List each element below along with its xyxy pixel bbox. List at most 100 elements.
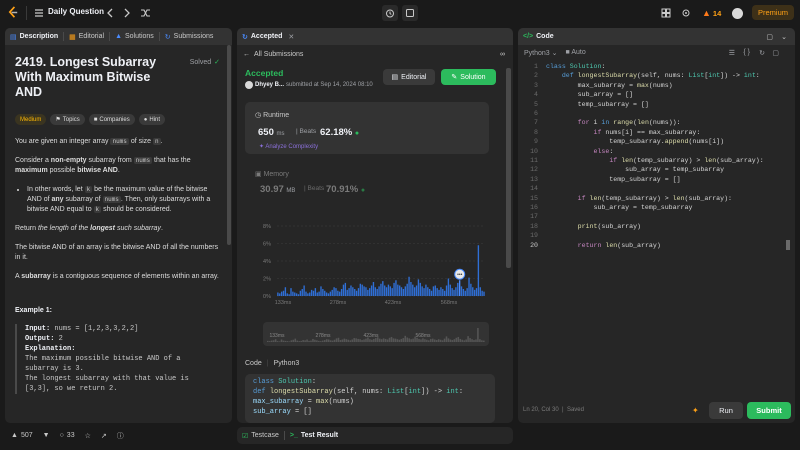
daily-question-title[interactable]: Daily Question [48,7,104,16]
shuffle-icon[interactable] [140,5,151,21]
runtime-range-slider[interactable]: 133ms 278ms 423ms 568ms [263,322,489,346]
chart-bar[interactable] [404,286,406,296]
chart-bar[interactable] [479,287,481,296]
premium-button[interactable]: Premium [752,5,794,20]
problem-list-icon[interactable] [34,5,44,21]
chart-bar[interactable] [355,290,358,296]
chart-bar[interactable] [387,284,390,296]
chart-bar[interactable] [442,289,444,296]
chart-bar[interactable] [430,290,433,296]
chart-bar[interactable] [372,282,375,296]
chart-bar[interactable] [295,293,298,296]
tab-editorial[interactable]: ▦ Editorial [64,28,109,45]
chart-bar[interactable] [440,287,442,296]
run-button[interactable]: Run [709,402,743,419]
chart-bar[interactable] [305,291,307,296]
like-button[interactable]: ▲ 507 [11,432,33,439]
next-question-icon[interactable] [123,5,131,21]
chart-bar[interactable] [472,287,474,296]
timer-icon[interactable] [382,5,398,21]
chart-bar[interactable] [415,285,418,297]
chart-bar[interactable] [378,286,380,296]
chart-bar[interactable] [325,292,328,297]
chart-bar[interactable] [374,287,377,296]
chart-bar[interactable] [320,286,322,296]
chart-bar[interactable] [460,286,463,296]
chart-bar[interactable] [286,293,288,296]
tab-solutions[interactable]: ▲ Solutions [110,28,159,45]
chart-bar[interactable] [352,287,354,296]
chart-bar[interactable] [475,288,478,296]
chart-bar[interactable] [342,284,345,296]
chart-bar[interactable] [428,289,431,296]
chart-bar[interactable] [449,284,451,296]
chart-bar[interactable] [301,289,303,296]
memory-label[interactable]: ▣ Memory [255,170,289,178]
chart-bar[interactable] [380,283,382,296]
collapse-icon[interactable]: ⌄ [781,33,787,41]
chart-bar[interactable] [316,292,318,297]
analyze-complexity-link[interactable]: ✦ Analyze Complexity [259,143,318,150]
chart-bar[interactable] [408,276,410,296]
code-editor[interactable]: 1 class Solution: 2 def longestSubarray(s… [518,62,795,392]
link-icon[interactable]: ∞ [500,51,505,58]
difficulty-badge[interactable]: Medium [15,114,47,125]
chart-bar[interactable] [462,289,465,296]
chart-bar[interactable] [367,289,369,296]
avatar[interactable] [732,5,743,21]
chart-bar[interactable] [370,285,373,297]
chart-bar[interactable] [318,291,320,296]
share-icon[interactable]: ↗ [101,432,107,440]
user-avatar[interactable] [245,81,253,89]
tab-test-result[interactable]: >_ Test Result [285,427,343,444]
topics-tag[interactable]: ⚑ Topics [50,114,85,125]
chart-bar[interactable] [400,287,403,296]
ai-sparkle-icon[interactable]: ✦ [692,406,699,415]
notes-icon[interactable] [402,5,418,21]
chart-bar[interactable] [331,289,333,296]
chart-bar[interactable] [365,287,367,296]
chart-bar[interactable] [310,289,313,296]
chart-bar[interactable] [382,281,384,296]
chart-bar[interactable] [406,283,408,296]
tab-code[interactable]: </> Code [518,28,559,45]
streak-counter[interactable]: ▲ 14 [702,5,721,21]
comments-button[interactable]: ○ 33 [60,432,75,439]
auto-mode[interactable]: ■ Auto [566,49,586,56]
maximize-icon[interactable]: ▢ [766,33,773,41]
chart-bar[interactable] [361,284,363,296]
language-selector[interactable]: Python3 ⌄ [524,49,558,57]
chart-bar[interactable] [443,290,446,296]
tab-submissions[interactable]: ↻ Submissions [160,28,219,45]
chart-bar[interactable] [327,293,330,296]
chart-bar[interactable] [483,291,485,296]
chart-bar[interactable] [423,288,425,296]
runtime-distribution-chart[interactable]: 8% 6% 4% 2% 0% ••• 133ms 278ms 423ms 568ms [245,216,489,311]
chart-bar[interactable] [384,285,386,297]
chart-bar[interactable] [399,285,401,297]
chart-bar[interactable] [314,288,317,296]
chart-bar[interactable] [279,293,281,296]
chart-bar[interactable] [303,285,305,297]
chart-bar[interactable] [425,284,427,296]
chart-bar[interactable] [397,284,399,296]
chart-bar[interactable] [457,282,459,296]
chart-bar[interactable] [344,282,347,296]
chart-bar[interactable] [299,290,302,296]
description-scrollbar[interactable] [227,45,231,245]
chart-bar[interactable] [453,289,455,296]
chart-bar[interactable] [357,288,360,296]
chart-bar[interactable] [322,289,324,296]
chart-bar[interactable] [359,283,362,296]
bookmark-icon[interactable]: ☰ [729,49,735,57]
chart-bar[interactable] [417,279,420,296]
chart-bar[interactable] [329,291,332,296]
chart-bar[interactable] [389,286,392,296]
chart-bar[interactable] [288,294,290,296]
chart-bar[interactable] [481,290,483,296]
chart-bar[interactable] [369,288,371,296]
chart-bar[interactable] [393,282,395,296]
chart-bar[interactable] [427,287,429,296]
reset-icon[interactable]: ↻ [759,49,765,57]
chart-bar[interactable] [413,287,416,296]
